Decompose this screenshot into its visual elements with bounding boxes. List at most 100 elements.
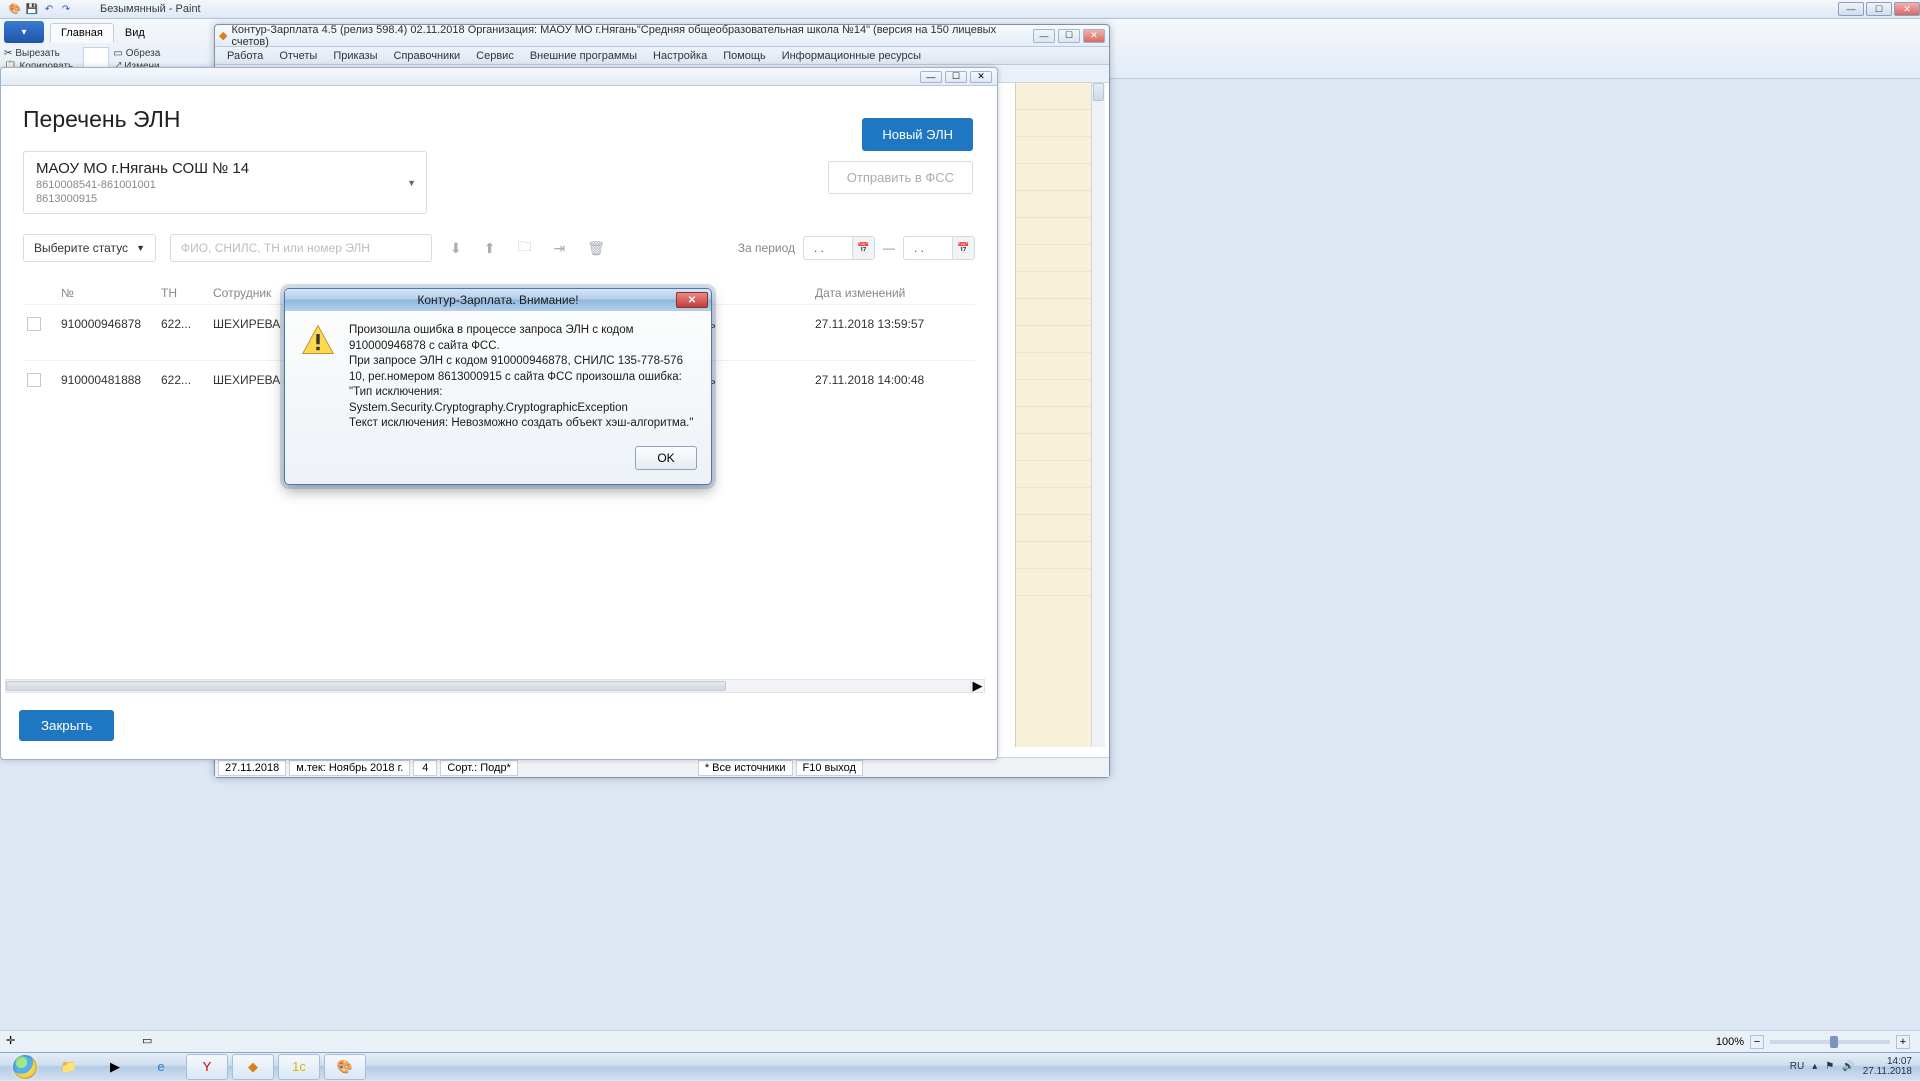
col-changed[interactable]: Дата изменений <box>815 286 955 300</box>
eln-maximize-button[interactable]: ☐ <box>945 71 967 83</box>
scrollbar-thumb[interactable] <box>1093 83 1104 101</box>
kontur-titlebar: ◆ Контур-Зарплата 4.5 (релиз 598.4) 02.1… <box>215 25 1109 47</box>
paint-statusbar: ✛ ▭ 100% − + <box>0 1030 1920 1052</box>
col-tn[interactable]: ТН <box>161 286 213 300</box>
calendar-icon[interactable]: 📅 <box>952 237 974 259</box>
kontur-close-button[interactable]: ✕ <box>1083 29 1105 43</box>
download-icon[interactable]: ⬇ <box>446 236 466 261</box>
dialog-ok-button[interactable]: OK <box>635 446 697 470</box>
status-select[interactable]: Выберите статус ▼ <box>23 234 156 262</box>
tray-volume-icon[interactable]: 🔊 <box>1842 1061 1854 1072</box>
folder-icon[interactable]: 🗀 <box>513 232 535 264</box>
period-label: За период <box>738 241 795 255</box>
kontur-title-text: Контур-Зарплата 4.5 (релиз 598.4) 02.11.… <box>231 24 1033 48</box>
system-tray: RU ▴ ⚑ 🔊 14:07 27.11.2018 <box>1790 1057 1916 1077</box>
kontur-minimize-button[interactable]: — <box>1033 29 1055 43</box>
kontur-maximize-button[interactable]: ☐ <box>1058 29 1080 43</box>
cell-tn: 622... <box>161 317 213 348</box>
upload-icon[interactable]: ⬆ <box>480 236 500 261</box>
tray-lang[interactable]: RU <box>1790 1061 1804 1072</box>
start-button[interactable] <box>4 1053 46 1081</box>
zoom-in-button[interactable]: + <box>1896 1035 1910 1049</box>
taskbar-1c[interactable]: 1c <box>278 1054 320 1080</box>
menu-reports[interactable]: Отчеты <box>271 49 325 63</box>
right-scrollbar[interactable] <box>1091 83 1105 747</box>
selection-size-icon: ▭ <box>142 1034 158 1050</box>
eln-minimize-button[interactable]: — <box>920 71 942 83</box>
org-code1: 8610008541-861001001 <box>36 179 396 191</box>
tray-clock[interactable]: 14:07 27.11.2018 <box>1863 1057 1912 1077</box>
tray-flag-icon[interactable]: ▴ <box>1812 1061 1817 1072</box>
kontur-app-icon: ◆ <box>219 29 227 42</box>
status-num: 4 <box>413 760 437 776</box>
date-from-input[interactable]: . .📅 <box>803 236 875 260</box>
tray-network-icon[interactable]: ⚑ <box>1825 1061 1834 1072</box>
org-name: МАОУ МО г.Нягань СОШ № 14 <box>36 160 396 177</box>
quick-access-toolbar: 🎨 💾 ↶ ↷ <box>8 2 73 16</box>
menu-external[interactable]: Внешние программы <box>522 49 645 63</box>
date-to-input[interactable]: . .📅 <box>903 236 975 260</box>
taskbar-media[interactable]: ▶ <box>94 1054 136 1080</box>
taskbar-kontur[interactable]: ◆ <box>232 1054 274 1080</box>
taskbar-ie[interactable]: e <box>140 1054 182 1080</box>
cell-no: 910000946878 <box>61 317 161 348</box>
save-icon[interactable]: 💾 <box>25 2 39 16</box>
paint-minimize-button[interactable]: — <box>1838 2 1864 16</box>
kontur-statusbar: 27.11.2018 м.тек: Ноябрь 2018 г. 4 Сорт.… <box>215 757 1109 777</box>
zoom-label: 100% <box>1716 1036 1744 1048</box>
menu-orders[interactable]: Приказы <box>325 49 385 63</box>
paint-titlebar: 🎨 💾 ↶ ↷ Безымянный - Paint — ☐ ✕ <box>0 0 1920 19</box>
cursor-position-icon: ✛ <box>6 1034 22 1050</box>
new-eln-button[interactable]: Новый ЭЛН <box>862 118 973 151</box>
menu-dictionaries[interactable]: Справочники <box>386 49 469 63</box>
org-code2: 8613000915 <box>36 193 396 205</box>
eln-close-button-x[interactable]: ✕ <box>970 71 992 83</box>
menu-work[interactable]: Работа <box>219 49 271 63</box>
search-input[interactable] <box>170 234 432 262</box>
paint-crop[interactable]: ▭ Обреза <box>113 48 160 59</box>
import-icon[interactable]: ⇥ <box>549 236 569 261</box>
taskbar-paint[interactable]: 🎨 <box>324 1054 366 1080</box>
eln-horizontal-scrollbar[interactable]: ▶ <box>5 679 985 693</box>
dialog-message: Произошла ошибка в процессе запроса ЭЛН … <box>349 323 695 432</box>
error-dialog: Контур-Зарплата. Внимание! ✕ Произошла о… <box>284 288 712 485</box>
delete-icon[interactable]: 🗑 <box>583 236 609 261</box>
status-month: м.тек: Ноябрь 2018 г. <box>289 760 410 776</box>
cell-tn: 622... <box>161 373 213 404</box>
eln-titlebar: — ☐ ✕ <box>1 68 997 86</box>
scroll-right-arrow[interactable]: ▶ <box>970 680 984 692</box>
menu-service[interactable]: Сервис <box>468 49 522 63</box>
menu-help[interactable]: Помощь <box>715 49 774 63</box>
cell-changed: 27.11.2018 14:00:48 <box>815 373 955 404</box>
zoom-slider[interactable] <box>1770 1040 1890 1044</box>
warning-icon <box>301 323 335 357</box>
row-checkbox[interactable] <box>27 317 41 331</box>
undo-icon[interactable]: ↶ <box>42 2 56 16</box>
calendar-icon[interactable]: 📅 <box>852 237 874 259</box>
paint-cut[interactable]: ✂ Вырезать <box>4 48 60 59</box>
windows-taskbar: 📁 ▶ e Y ◆ 1c 🎨 RU ▴ ⚑ 🔊 14:07 27.11.2018 <box>0 1052 1920 1080</box>
row-checkbox[interactable] <box>27 373 41 387</box>
paint-tab-view[interactable]: Вид <box>114 23 156 43</box>
taskbar-yandex[interactable]: Y <box>186 1054 228 1080</box>
menu-settings[interactable]: Настройка <box>645 49 715 63</box>
col-no[interactable]: № <box>61 286 161 300</box>
paint-file-button[interactable]: ▾ <box>4 21 44 43</box>
paint-maximize-button[interactable]: ☐ <box>1866 2 1892 16</box>
status-date: 27.11.2018 <box>218 760 286 776</box>
scrollbar-thumb[interactable] <box>6 681 726 691</box>
menu-info[interactable]: Информационные ресурсы <box>774 49 929 63</box>
dialog-close-button[interactable]: ✕ <box>676 292 708 308</box>
taskbar-explorer[interactable]: 📁 <box>48 1054 90 1080</box>
redo-icon[interactable]: ↷ <box>59 2 73 16</box>
paint-app-icon: 🎨 <box>8 2 22 16</box>
organization-dropdown[interactable]: МАОУ МО г.Нягань СОШ № 14 8610008541-861… <box>23 151 427 214</box>
paint-close-button[interactable]: ✕ <box>1894 2 1920 16</box>
status-sources: * Все источники <box>698 760 793 776</box>
status-f10[interactable]: F10 выход <box>796 760 863 776</box>
eln-close-button[interactable]: Закрыть <box>19 710 114 741</box>
paint-tab-main[interactable]: Главная <box>50 23 114 43</box>
cell-changed: 27.11.2018 13:59:57 <box>815 317 955 348</box>
zoom-out-button[interactable]: − <box>1750 1035 1764 1049</box>
dialog-titlebar: Контур-Зарплата. Внимание! ✕ <box>285 289 711 311</box>
